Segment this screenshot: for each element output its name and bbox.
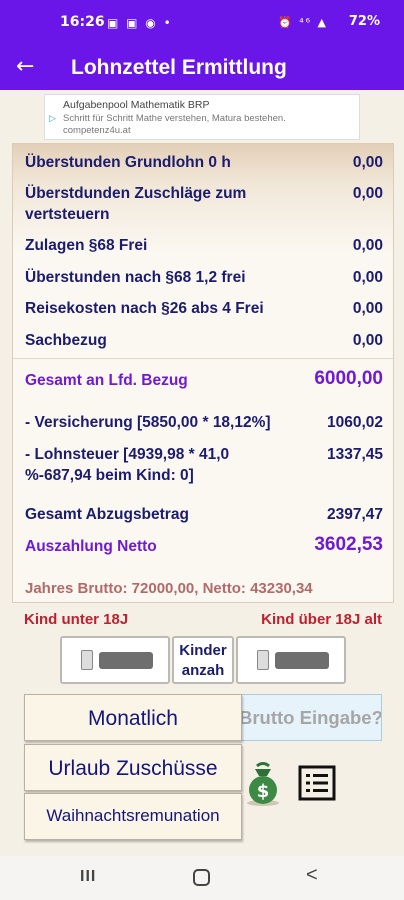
recent-apps-icon[interactable]: III (80, 868, 96, 886)
row-label: Sachbezug (25, 332, 107, 349)
row-label: Überstunden Grundlohn 0 h (25, 154, 231, 171)
row-label: Reisekosten nach §26 abs 4 Frei (25, 300, 264, 317)
row-value: 0,00 (352, 185, 383, 202)
back-arrow-icon[interactable]: ← (16, 54, 34, 79)
row-label: Gesamt Abzugsbetrag (25, 506, 189, 523)
svg-text:$: $ (257, 781, 270, 802)
row-value: 0,00 (352, 332, 383, 349)
kinder-anzahl-line1: Kinder (179, 642, 227, 659)
kind-unter-label: Kind unter 18J (24, 611, 129, 628)
row-value: 0,00 (352, 300, 383, 317)
jahres-summary: Jahres Brutto: 72000,00, Netto: 43230,34 (25, 580, 313, 597)
row-value: 1337,45 (326, 446, 383, 463)
status-bar: 16:26 ▣ ▣ ◉ • ⏰ ⁴⁶ ▲ 72% (0, 0, 404, 48)
status-time: 16:26 (60, 14, 105, 30)
results-panel: Überstunden Grundlohn 0 h 0,00 Überstdun… (12, 143, 394, 603)
switch-thumb (81, 650, 93, 670)
ad-banner[interactable]: ▷ Aufgabenpool Mathematik BRP Schritt fü… (44, 94, 360, 140)
row-label: Gesamt an Lfd. Bezug (25, 372, 188, 389)
row-value: 3602,53 (314, 534, 383, 555)
row-label: Überstunden nach §68 1,2 frei (25, 269, 246, 286)
row-value: 0,00 (352, 154, 383, 171)
row-value: 6000,00 (314, 368, 383, 389)
row-value: 1060,02 (326, 414, 383, 431)
ad-text: Schritt für Schritt Mathe verstehen, Mat… (63, 113, 286, 124)
kinder-anzahl-button[interactable]: Kinder anzah (172, 636, 234, 684)
switch-thumb (257, 650, 269, 670)
kinder-anzahl-line2: anzah (181, 662, 225, 679)
row-label: Auszahlung Netto (25, 538, 157, 555)
brutto-eingabe-label: Brutto Eingabe? (239, 707, 382, 728)
system-icons: ⏰ ⁴⁶ ▲ (278, 16, 328, 29)
ad-url: competenz4u.at (63, 125, 131, 136)
row-value: 0,00 (352, 237, 383, 254)
home-icon[interactable] (193, 869, 210, 886)
switch-track (99, 652, 153, 669)
list-icon[interactable] (298, 765, 336, 801)
ad-choices-icon[interactable]: ▷ (49, 113, 56, 124)
weihnachtsremunation-button[interactable]: Waihnachtsremunation (24, 793, 242, 840)
system-nav-bar: III < (0, 856, 404, 900)
kind-ueber-label: Kind über 18J alt (261, 611, 382, 628)
row-label: - Versicherung [5850,00 * 18,12%] (25, 414, 271, 431)
kind-ueber-switch[interactable] (236, 636, 346, 684)
brutto-eingabe-button[interactable]: Brutto Eingabe? (230, 694, 382, 741)
row-label: Zulagen §68 Frei (25, 237, 148, 254)
notification-icons: ▣ ▣ ◉ • (107, 16, 173, 30)
row-label: Überstdunden Zuschläge zum vertsteuern (25, 185, 247, 223)
ad-title: Aufgabenpool Mathematik BRP (63, 99, 210, 111)
app-bar: ← Lohnzettel Ermittlung (0, 48, 404, 90)
row-label: - Lohnsteuer [4939,98 * 41,0 %-687,94 be… (25, 446, 230, 484)
battery-level: 72% (348, 14, 380, 29)
switch-track (275, 652, 329, 669)
row-value: 2397,47 (326, 506, 383, 523)
row-value: 0,00 (352, 269, 383, 286)
urlaub-zuschuesse-button[interactable]: Urlaub Zuschüsse (24, 744, 242, 791)
monatlich-button[interactable]: Monatlich (24, 694, 242, 741)
page-title: Lohnzettel Ermittlung (71, 56, 287, 79)
money-bag-icon[interactable]: $ (241, 760, 285, 806)
nav-back-icon[interactable]: < (306, 864, 318, 887)
kind-unter-switch[interactable] (60, 636, 170, 684)
divider (13, 358, 393, 359)
